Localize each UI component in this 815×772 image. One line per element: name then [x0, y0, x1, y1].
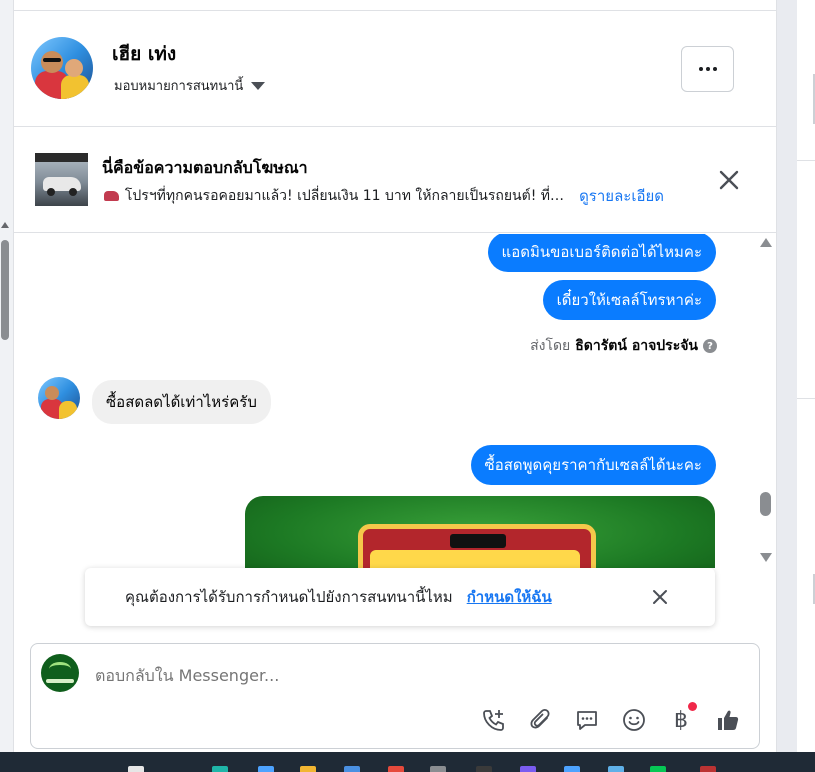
outgoing-message[interactable]: ซื้อสดพูดคุยราคากับเซลล์ได้นะคะ: [470, 445, 716, 485]
assign-to-me-banner: คุณต้องการได้รับการกำหนดไปยังการสนทนานี้…: [85, 568, 715, 626]
left-scroll-up-arrow[interactable]: [1, 222, 9, 228]
ad-description-row: โปรฯที่ทุกคนรอคอยมาแล้ว! เปลี่ยนเงิน 11 …: [104, 184, 664, 208]
left-sidebar-strip: [0, 0, 14, 752]
sent-by-name: ธิดารัตน์ อาจประจัน: [575, 338, 698, 354]
conversation-header: เฮีย เท่ง มอบหมายการสนทนานี้: [14, 11, 777, 127]
close-icon[interactable]: [717, 168, 741, 192]
ad-reply-banner: นี่คือข้อความตอบกลับโฆษณา โปรฯที่ทุกคนรอ…: [14, 128, 777, 233]
os-taskbar: [0, 752, 815, 772]
contact-avatar-small[interactable]: [38, 377, 80, 419]
car-emoji-icon: [104, 191, 119, 201]
promo-image-message[interactable]: [245, 496, 715, 568]
reply-input[interactable]: [95, 666, 655, 685]
composer-tools: ฿: [479, 702, 742, 734]
assign-to-me-link[interactable]: กำหนดให้ฉัน: [467, 585, 552, 609]
taskbar-app-icon[interactable]: [520, 766, 536, 772]
thread-scrollbar-thumb[interactable]: [760, 492, 771, 516]
taskbar-app-icon[interactable]: [608, 766, 624, 772]
ad-details-link[interactable]: ดูรายละเอียด: [579, 184, 664, 208]
incoming-message[interactable]: ซื้อสดลดได้เท่าไหร่ครับ: [92, 380, 271, 424]
baht-payment-icon[interactable]: ฿: [667, 702, 697, 734]
close-icon[interactable]: [650, 587, 670, 607]
assign-conversation-label: มอบหมายการสนทนานี้: [114, 79, 244, 94]
emoji-icon[interactable]: [620, 706, 648, 734]
more-options-button[interactable]: [681, 46, 734, 92]
left-scrollbar-thumb[interactable]: [1, 240, 9, 340]
scroll-down-arrow[interactable]: [760, 553, 772, 562]
scroll-up-arrow[interactable]: [760, 238, 772, 247]
baht-symbol: ฿: [674, 707, 688, 733]
ad-reply-title: นี่คือข้อความตอบกลับโฆษณา: [102, 158, 308, 177]
more-dots-icon: [698, 67, 703, 71]
taskbar-app-icon[interactable]: [212, 766, 228, 772]
taskbar-app-icon[interactable]: [128, 766, 144, 772]
taskbar-app-icon[interactable]: [700, 766, 716, 772]
outgoing-message[interactable]: เดี๋ยวให้เซลล์โทรหาค่ะ: [542, 280, 716, 320]
sent-by-prefix: ส่งโดย: [530, 338, 571, 354]
outgoing-message[interactable]: แอดมินขอเบอร์ติดต่อได้ไหมคะ: [487, 234, 716, 272]
attachment-icon[interactable]: [526, 706, 554, 734]
thumbs-up-icon[interactable]: [714, 706, 742, 734]
sent-by-info: ส่งโดย ธิดารัตน์ อาจประจัน ?: [530, 335, 717, 357]
help-icon[interactable]: ?: [703, 339, 717, 353]
reply-composer: ฿: [30, 643, 760, 749]
taskbar-app-icon[interactable]: [258, 766, 274, 772]
contact-name[interactable]: เฮีย เท่ง: [112, 39, 176, 69]
taskbar-app-icon[interactable]: [476, 766, 492, 772]
assign-prompt-text: คุณต้องการได้รับการกำหนดไปยังการสนทนานี้…: [125, 588, 453, 606]
notification-dot: [688, 702, 697, 711]
call-add-icon[interactable]: [479, 706, 507, 734]
ad-thumbnail: [35, 153, 88, 206]
taskbar-line-icon[interactable]: [650, 766, 666, 772]
message-thread: แอดมินขอเบอร์ติดต่อได้ไหมคะ เดี๋ยวให้เซล…: [14, 234, 777, 568]
caret-down-icon: [251, 81, 266, 90]
ad-description: โปรฯที่ทุกคนรอคอยมาแล้ว! เปลี่ยนเงิน 11 …: [124, 188, 568, 204]
page-avatar: [41, 654, 79, 692]
taskbar-app-icon[interactable]: [564, 766, 580, 772]
saved-reply-icon[interactable]: [573, 706, 601, 734]
taskbar-app-icon[interactable]: [388, 766, 404, 772]
taskbar-folder-icon[interactable]: [300, 766, 316, 772]
contact-avatar[interactable]: [31, 37, 93, 99]
right-side-panel: [777, 0, 815, 752]
conversation-panel: เฮีย เท่ง มอบหมายการสนทนานี้ นี่คือข้อคว…: [14, 0, 777, 752]
taskbar-app-icon[interactable]: [344, 766, 360, 772]
taskbar-app-icon[interactable]: [430, 766, 446, 772]
assign-conversation-dropdown[interactable]: มอบหมายการสนทนานี้: [114, 75, 266, 96]
